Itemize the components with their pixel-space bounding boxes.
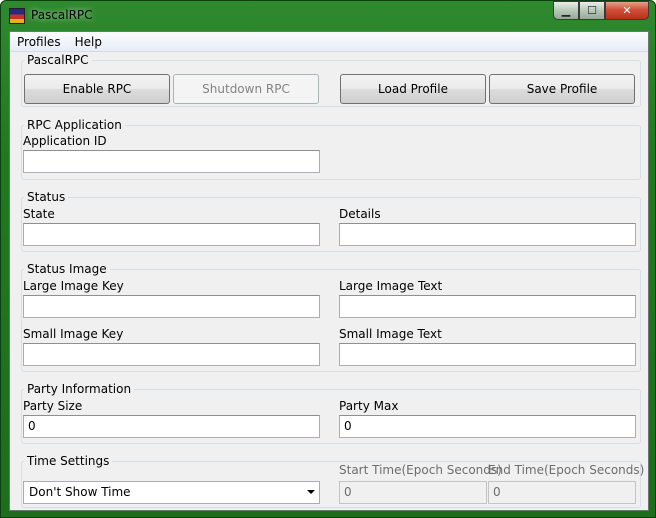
small-image-key-input[interactable]	[23, 343, 320, 366]
app-icon	[9, 8, 25, 24]
party-max-label: Party Max	[339, 399, 399, 413]
title-bar[interactable]: PascalRPC ▁ ☐ ✕	[1, 1, 655, 31]
status-group-label: Status	[24, 190, 69, 204]
small-image-text-input[interactable]	[339, 343, 636, 366]
end-time-label: End Time(Epoch Seconds)	[488, 463, 645, 477]
menu-bar: Profiles Help	[10, 32, 648, 52]
save-profile-button[interactable]: Save Profile	[489, 74, 635, 104]
large-image-key-label: Large Image Key	[23, 279, 124, 293]
party-size-input[interactable]: 0	[23, 415, 320, 438]
maximize-icon: ☐	[587, 4, 597, 17]
window-title: PascalRPC	[31, 8, 93, 22]
end-time-input[interactable]: 0	[488, 481, 636, 504]
large-image-text-input[interactable]	[339, 295, 636, 318]
close-icon: ✕	[622, 4, 632, 17]
application-group-label: RPC Application	[24, 118, 125, 132]
start-time-input[interactable]: 0	[339, 481, 487, 504]
small-image-key-label: Small Image Key	[23, 327, 124, 341]
client-area: Profiles Help PascalRPC Enable RPC Shutd…	[9, 31, 649, 511]
maximize-button[interactable]: ☐	[579, 1, 605, 20]
time-mode-value: Don't Show Time	[29, 485, 131, 499]
menu-help[interactable]: Help	[68, 35, 109, 49]
application-id-label: Application ID	[23, 134, 107, 148]
minimize-button[interactable]: ▁	[553, 1, 579, 20]
party-size-label: Party Size	[23, 399, 83, 413]
enable-rpc-button[interactable]: Enable RPC	[24, 74, 170, 104]
shutdown-rpc-button[interactable]: Shutdown RPC	[173, 74, 319, 104]
state-input[interactable]	[23, 223, 320, 246]
party-group-label: Party Information	[24, 382, 135, 396]
status-image-group-label: Status Image	[24, 262, 110, 276]
window-controls: ▁ ☐ ✕	[553, 1, 649, 21]
time-group-label: Time Settings	[24, 454, 113, 468]
application-id-input[interactable]	[23, 150, 320, 173]
app-window: PascalRPC ▁ ☐ ✕ Profiles Help PascalRPC …	[0, 0, 656, 518]
controls-group-label: PascalRPC	[24, 53, 92, 67]
details-input[interactable]	[339, 223, 636, 246]
start-time-label: Start Time(Epoch Seconds)	[339, 463, 502, 477]
chevron-down-icon	[307, 490, 315, 494]
time-mode-select[interactable]: Don't Show Time	[23, 481, 320, 504]
details-label: Details	[339, 207, 381, 221]
menu-profiles[interactable]: Profiles	[10, 35, 68, 49]
load-profile-button[interactable]: Load Profile	[340, 74, 486, 104]
state-label: State	[23, 207, 55, 221]
large-image-key-input[interactable]	[23, 295, 320, 318]
minimize-icon: ▁	[561, 4, 571, 17]
close-button[interactable]: ✕	[605, 1, 649, 20]
small-image-text-label: Small Image Text	[339, 327, 442, 341]
party-max-input[interactable]: 0	[339, 415, 636, 438]
large-image-text-label: Large Image Text	[339, 279, 443, 293]
